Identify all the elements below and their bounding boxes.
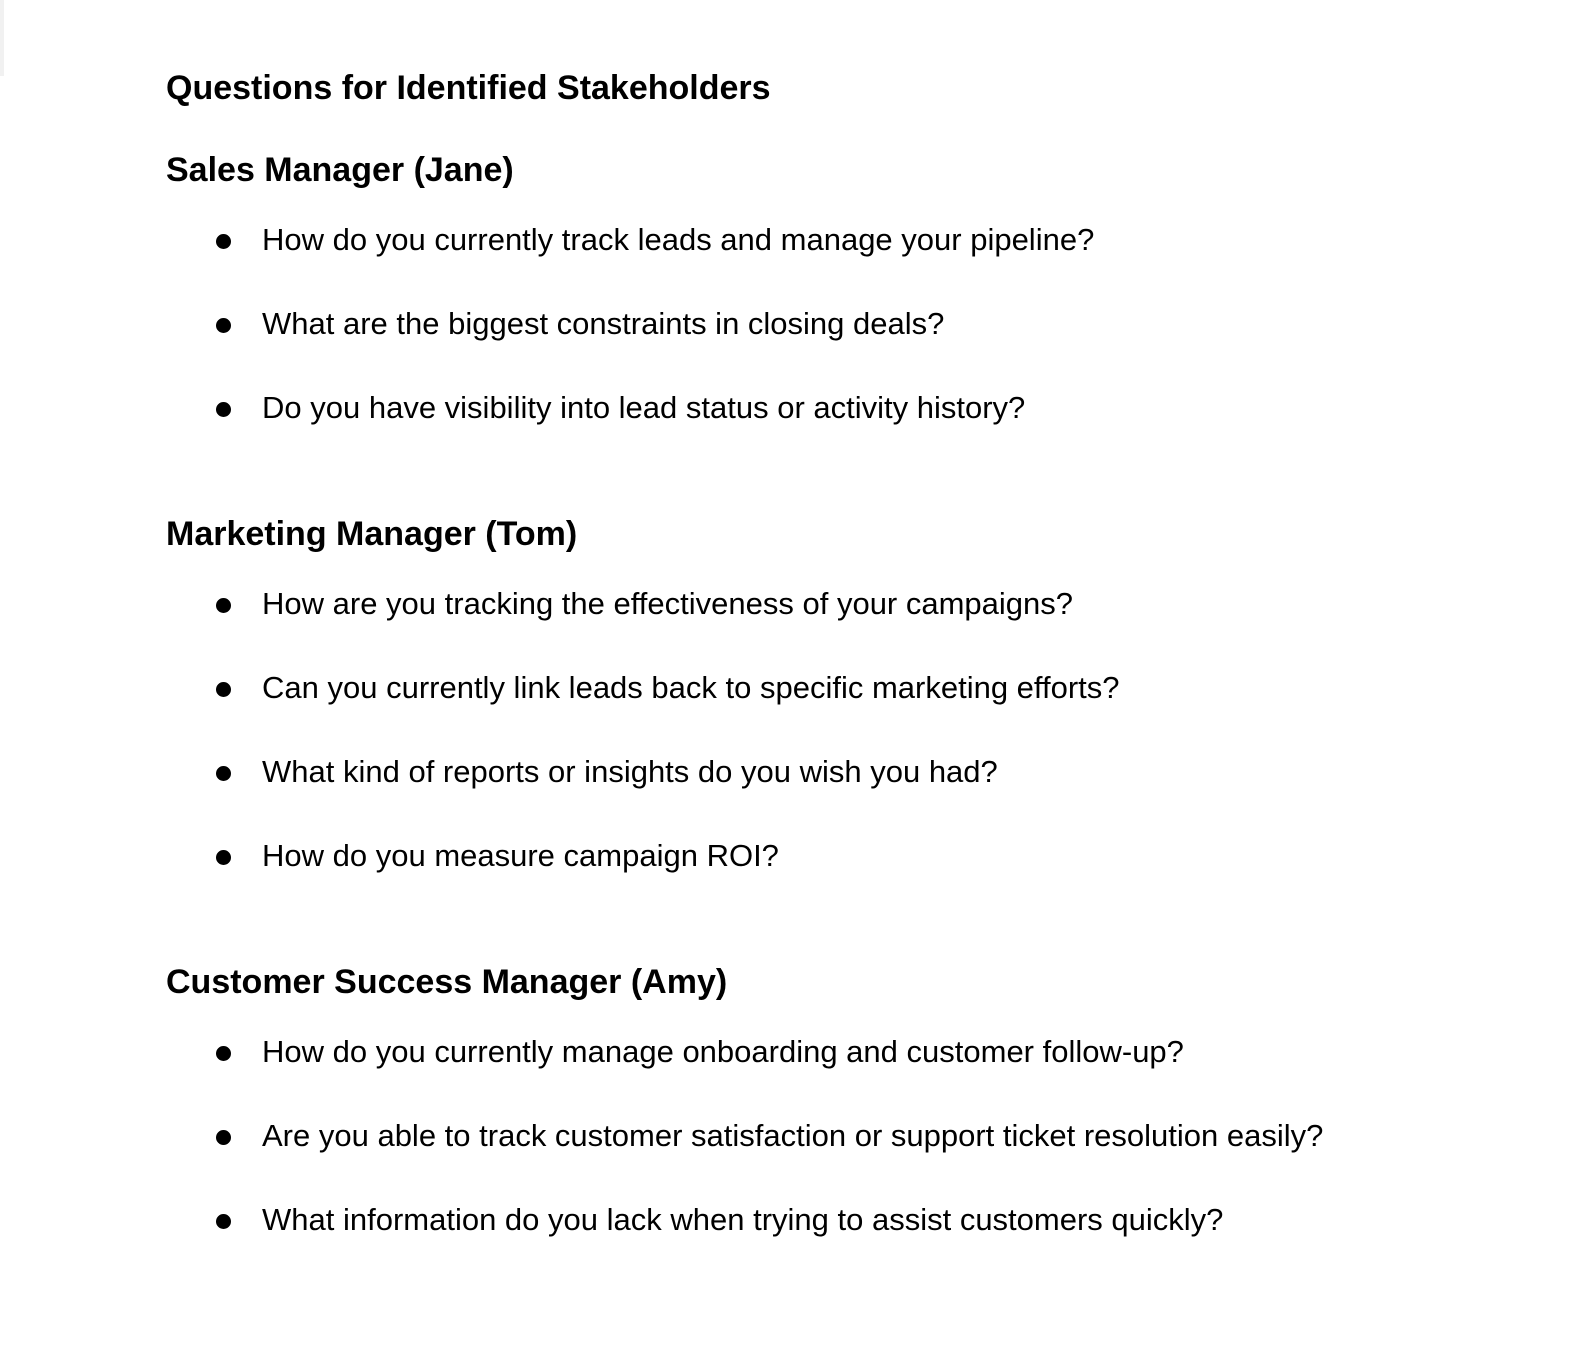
page-edge-divider bbox=[0, 0, 4, 76]
question-text: Do you have visibility into lead status … bbox=[262, 390, 1026, 425]
section-heading-sales-manager: Sales Manager (Jane) bbox=[166, 151, 514, 189]
bullet-icon bbox=[216, 318, 231, 333]
document-page: Questions for Identified Stakeholders Sa… bbox=[0, 0, 1596, 1346]
question-text: Are you able to track customer satisfact… bbox=[262, 1118, 1324, 1153]
question-text: Can you currently link leads back to spe… bbox=[262, 670, 1120, 705]
section-heading-customer-success-manager: Customer Success Manager (Amy) bbox=[166, 963, 728, 1001]
bullet-icon bbox=[216, 598, 231, 613]
question-text: How are you tracking the effectiveness o… bbox=[262, 586, 1074, 621]
question-text: How do you currently track leads and man… bbox=[262, 222, 1095, 257]
bullet-icon bbox=[216, 850, 231, 865]
bullet-icon bbox=[216, 402, 231, 417]
question-text: What information do you lack when trying… bbox=[262, 1202, 1224, 1237]
bullet-icon bbox=[216, 1130, 231, 1145]
bullet-icon bbox=[216, 766, 231, 781]
bullet-icon bbox=[216, 682, 231, 697]
question-text: What are the biggest constraints in clos… bbox=[262, 306, 945, 341]
bullet-icon bbox=[216, 234, 231, 249]
section-heading-marketing-manager: Marketing Manager (Tom) bbox=[166, 515, 578, 553]
bullet-icon bbox=[216, 1046, 231, 1061]
question-text: How do you currently manage onboarding a… bbox=[262, 1034, 1184, 1069]
bullet-icon bbox=[216, 1214, 231, 1229]
question-text: How do you measure campaign ROI? bbox=[262, 838, 779, 873]
question-text: What kind of reports or insights do you … bbox=[262, 754, 998, 789]
document-title: Questions for Identified Stakeholders bbox=[166, 69, 771, 107]
